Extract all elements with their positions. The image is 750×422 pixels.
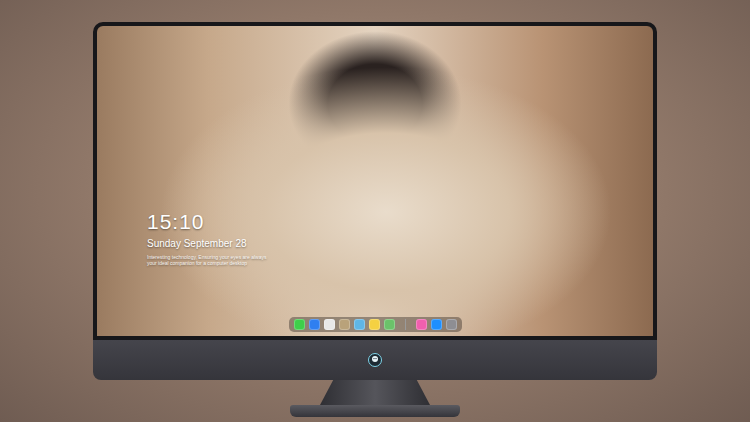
monitor-stand-base (290, 405, 460, 417)
caption-line: Interesting technology, Ensuring your ey… (147, 254, 653, 260)
monitor-bezel: 15:10 Sunday September 28 Interesting tech… (93, 22, 657, 340)
clock-date: Sunday September 28 (147, 237, 653, 251)
clock-time: 15:10 (147, 210, 653, 234)
clock-widget: 15:10 Sunday September 28 Interesting tech… (147, 210, 653, 266)
dock-app-icon[interactable] (339, 319, 350, 330)
monitor-stand-neck (320, 380, 430, 405)
monitor: 15:10 Sunday September 28 Interesting tech… (93, 22, 657, 417)
dock-app-icon[interactable] (446, 319, 457, 330)
dock-app-icon[interactable] (354, 319, 365, 330)
brand-logo-icon (368, 353, 382, 367)
desktop-wallpaper: 15:10 Sunday September 28 Interesting tech… (97, 26, 653, 336)
dock-separator (405, 319, 406, 330)
dock-app-icon[interactable] (309, 319, 320, 330)
clock-caption: Interesting technology, Ensuring your ey… (147, 254, 653, 266)
dock-app-icon[interactable] (416, 319, 427, 330)
monitor-chin (93, 340, 657, 380)
caption-line: your ideal companion for a computer desk… (147, 260, 653, 266)
dock-app-icon[interactable] (369, 319, 380, 330)
dock (289, 317, 462, 332)
backdrop: 15:10 Sunday September 28 Interesting tech… (0, 0, 750, 422)
dock-app-icon[interactable] (384, 319, 395, 330)
dock-app-icon[interactable] (324, 319, 335, 330)
dock-app-icon[interactable] (294, 319, 305, 330)
dock-app-icon[interactable] (431, 319, 442, 330)
